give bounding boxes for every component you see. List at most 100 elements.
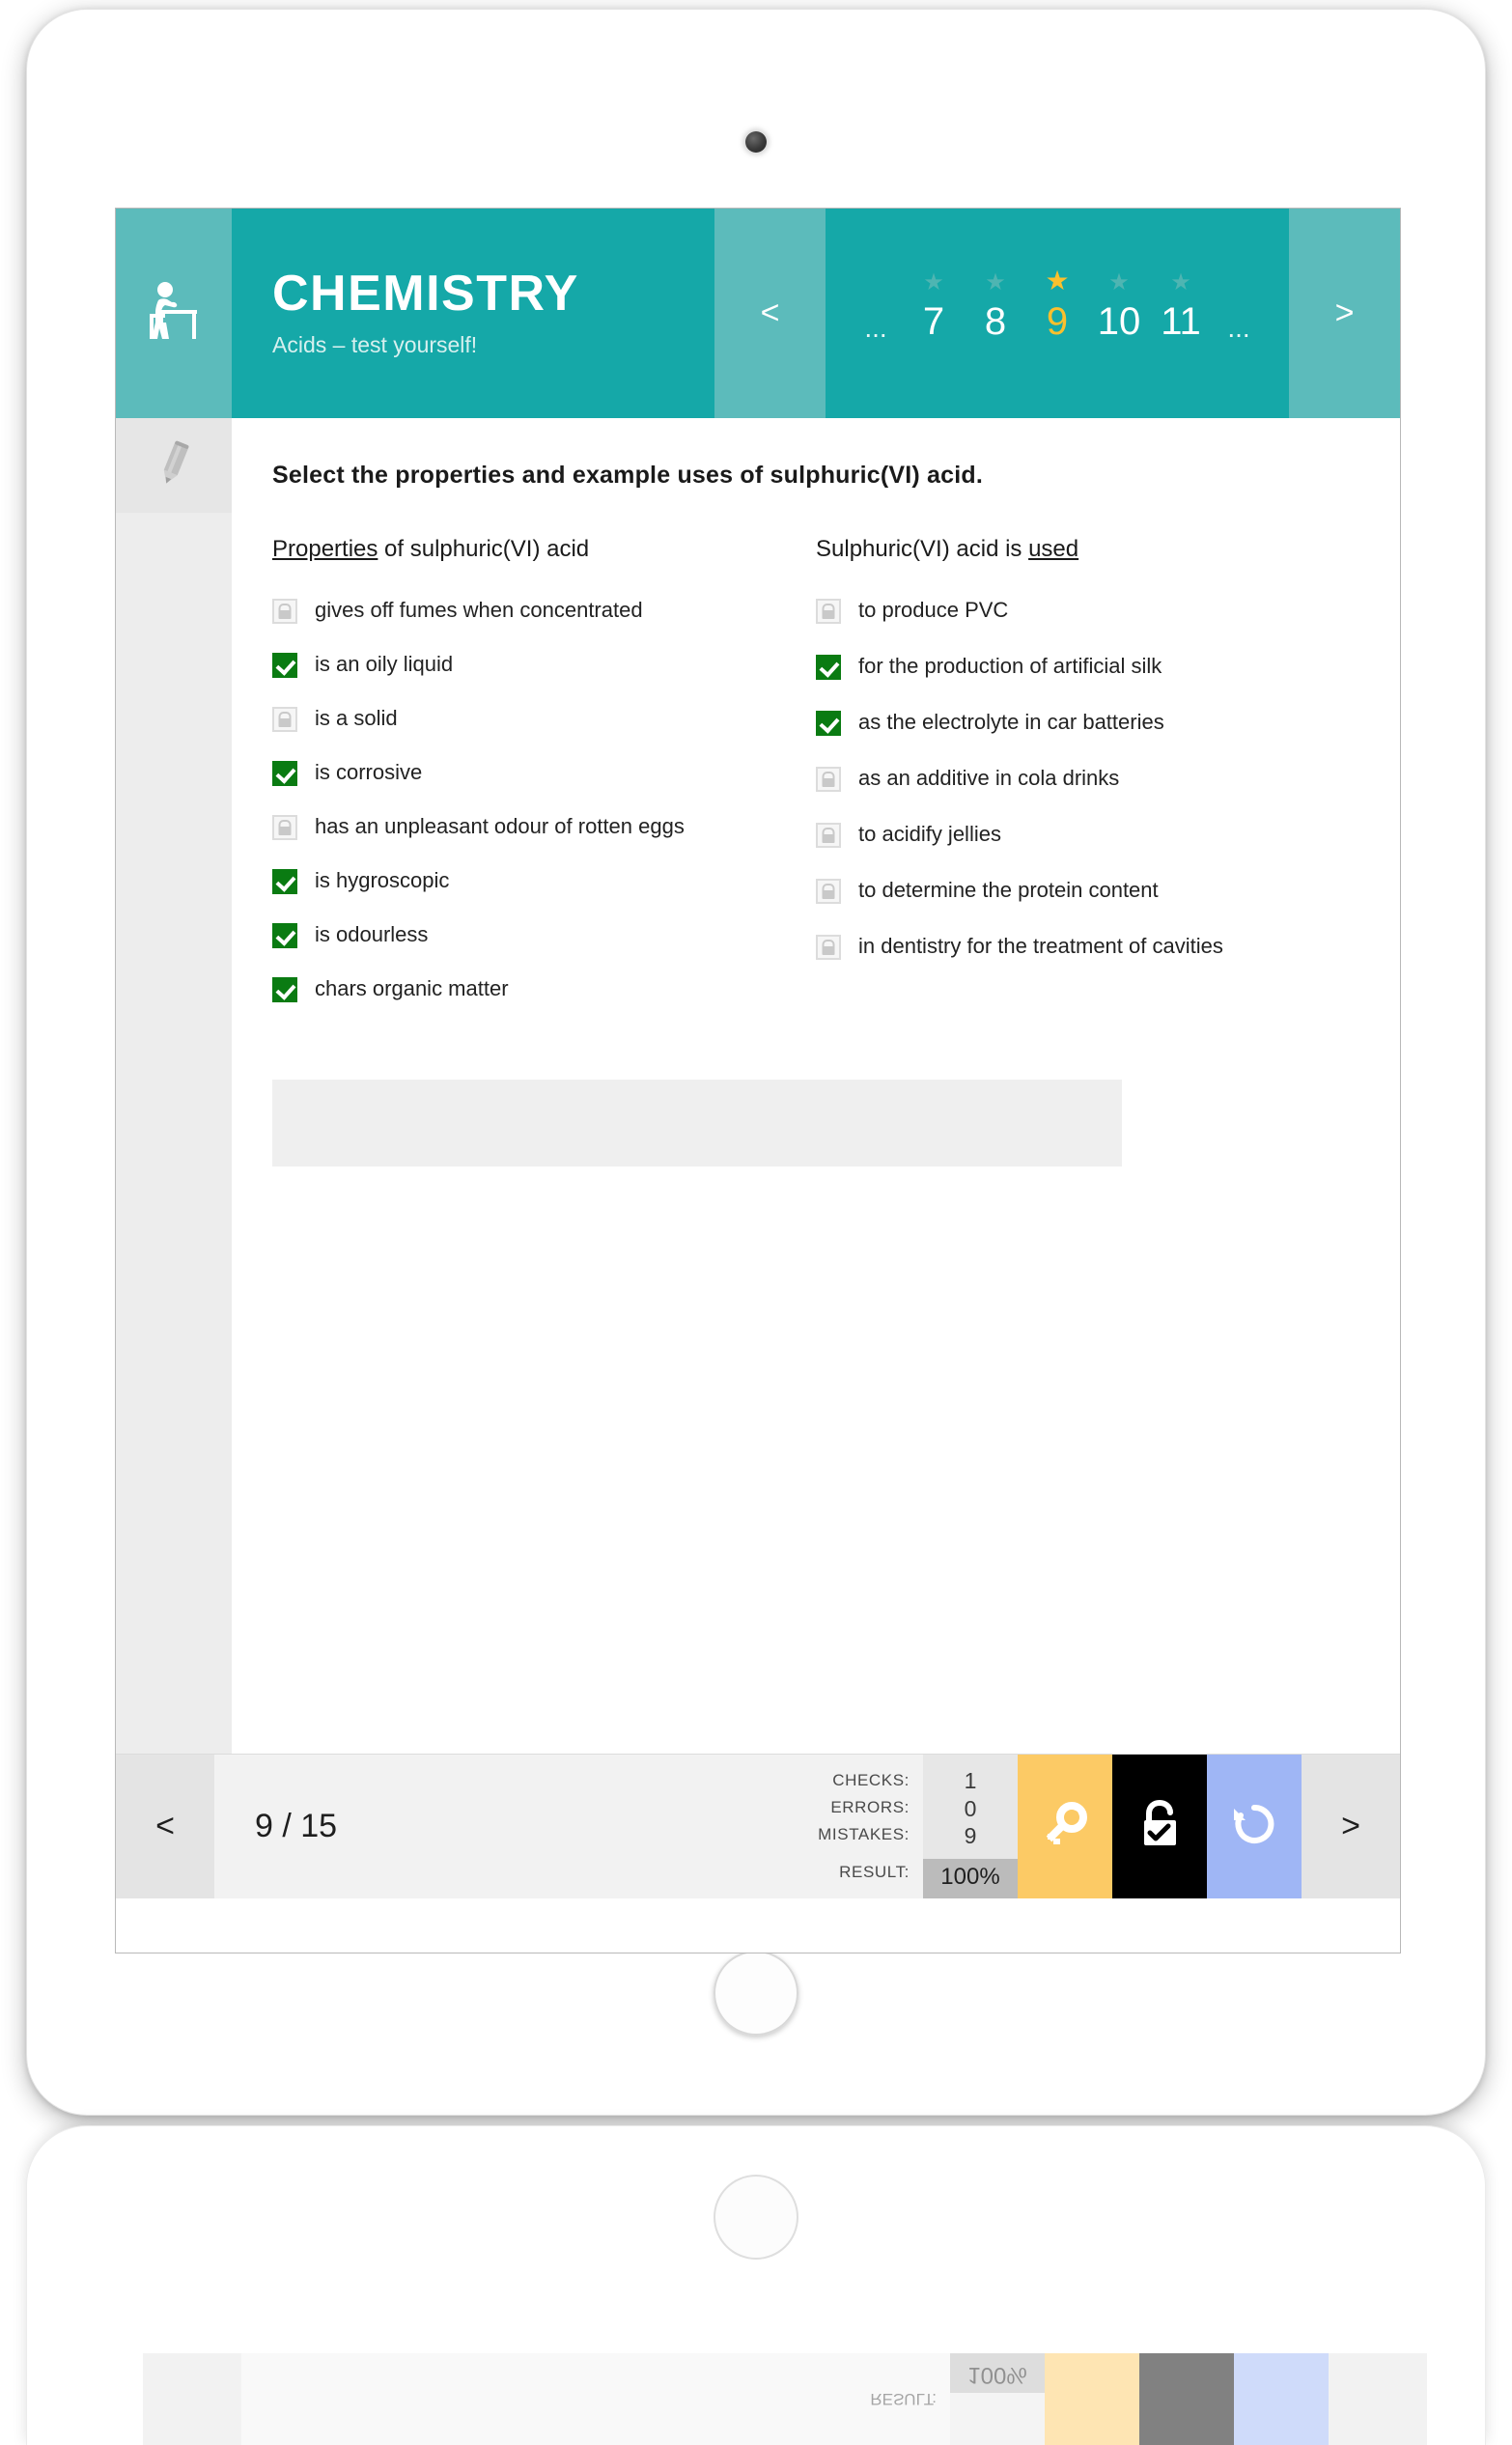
tool-sidebar	[116, 418, 232, 1754]
option-label: gives off fumes when concentrated	[315, 598, 643, 622]
stats-numbers: 1 0 9	[965, 1755, 977, 1859]
column-heading-underlined: Properties	[272, 536, 378, 562]
star-icon: ★	[985, 269, 1006, 295]
stats-labels: CHECKS: ERRORS: MISTAKES: RESULT:	[818, 1755, 923, 1898]
checkbox-checked-icon	[272, 869, 297, 894]
reset-exercise-button[interactable]	[1207, 1755, 1302, 1898]
option-row[interactable]: as an additive in cola drinks	[816, 765, 1359, 792]
stats-panel: CHECKS: ERRORS: MISTAKES: RESULT: 1 0 9 …	[714, 1755, 1018, 1898]
reflection-footer-strip: RESULT: 100%	[143, 2353, 1427, 2445]
tablet-reflection: RESULT: 100%	[27, 2126, 1485, 2445]
option-label: chars organic matter	[315, 976, 509, 1000]
option-label: is a solid	[315, 706, 398, 730]
lock-icon	[272, 707, 297, 732]
pager-ellipsis-left[interactable]: ...	[849, 284, 903, 344]
checkbox-checked-icon	[816, 711, 841, 736]
option-row[interactable]: to determine the protein content	[816, 877, 1359, 904]
lock-icon	[272, 815, 297, 840]
header-next-button[interactable]: >	[1289, 209, 1400, 418]
errors-label: ERRORS:	[830, 1797, 910, 1816]
answer-input-area[interactable]	[272, 1080, 1122, 1166]
option-row[interactable]: gives off fumes when concentrated	[272, 597, 816, 624]
mistakes-value: 9	[964, 1823, 977, 1849]
option-row[interactable]: to produce PVC	[816, 597, 1359, 624]
pager-page-8[interactable]: ★ 8	[965, 271, 1026, 344]
check-answers-button[interactable]	[1112, 1755, 1207, 1898]
pager-label: 11	[1161, 300, 1201, 343]
pager-label: 10	[1097, 300, 1141, 343]
star-icon-active: ★	[1045, 266, 1070, 295]
subject-title-panel: CHEMISTRY Acids – test yourself!	[232, 209, 714, 418]
app-screen: CHEMISTRY Acids – test yourself! < ... ★…	[116, 209, 1400, 1953]
checks-label: CHECKS:	[832, 1771, 910, 1790]
question-text: Select the properties and example uses o…	[272, 462, 984, 489]
reflection-home-button	[714, 2175, 798, 2260]
option-label: for the production of artificial silk	[858, 654, 1162, 678]
mistakes-label: MISTAKES:	[818, 1824, 910, 1843]
column-uses-heading: Sulphuric(VI) acid is used	[816, 536, 1359, 563]
header-prev-button[interactable]: <	[714, 209, 826, 418]
column-heading-rest: of sulphuric(VI) acid	[378, 536, 590, 562]
page-title: CHEMISTRY	[272, 266, 579, 322]
key-icon	[1040, 1799, 1090, 1854]
option-row[interactable]: is odourless	[272, 921, 816, 948]
option-label: is corrosive	[315, 760, 423, 784]
checkbox-checked-icon	[272, 923, 297, 948]
option-label: as an additive in cola drinks	[858, 766, 1120, 790]
column-properties: Properties of sulphuric(VI) acid gives o…	[272, 536, 816, 1029]
header-pagination: ... ★ 7 ★ 8 ★ 9 ★ 10 ★ 11 ...	[826, 209, 1289, 418]
option-row[interactable]: is hygroscopic	[272, 867, 816, 894]
option-label: has an unpleasant odour of rotten eggs	[315, 814, 685, 838]
checkbox-checked-icon	[272, 761, 297, 786]
pager-label: 9	[1046, 300, 1069, 343]
pager-page-7[interactable]: ★ 7	[903, 271, 965, 344]
app-footer: < 9 / 15 CHECKS: ERRORS: MISTAKES: RESUL…	[116, 1754, 1400, 1898]
star-icon: ★	[1170, 269, 1191, 295]
lock-icon	[272, 599, 297, 624]
pager-label: 8	[984, 300, 1007, 343]
lock-icon	[816, 879, 841, 904]
pager-ellipsis-right[interactable]: ...	[1212, 284, 1266, 344]
app-body: Select the properties and example uses o…	[116, 418, 1400, 1754]
option-row[interactable]: has an unpleasant odour of rotten eggs	[272, 813, 816, 840]
undo-refresh-icon	[1229, 1799, 1279, 1854]
option-row[interactable]: for the production of artificial silk	[816, 653, 1359, 680]
star-icon: ★	[923, 269, 944, 295]
option-row[interactable]: is corrosive	[272, 759, 816, 786]
pager-page-9-active[interactable]: ★ 9	[1026, 267, 1088, 344]
lock-icon	[816, 599, 841, 624]
pencil-icon	[154, 439, 193, 492]
result-value: 100%	[923, 1859, 1018, 1898]
option-row[interactable]: in dentistry for the treatment of caviti…	[816, 933, 1359, 960]
option-row[interactable]: chars organic matter	[272, 975, 816, 1002]
column-uses: Sulphuric(VI) acid is used to produce PV…	[816, 536, 1359, 1029]
column-heading-underlined: used	[1028, 536, 1079, 562]
footer-prev-button[interactable]: <	[116, 1755, 214, 1898]
column-properties-heading: Properties of sulphuric(VI) acid	[272, 536, 816, 563]
errors-value: 0	[964, 1795, 977, 1821]
footer-next-button[interactable]: >	[1302, 1755, 1400, 1898]
pager-page-10[interactable]: ★ 10	[1088, 271, 1150, 344]
home-button[interactable]	[714, 1951, 798, 2036]
student-at-desk-icon	[147, 281, 201, 346]
pencil-tool-button[interactable]	[116, 418, 232, 513]
pager-page-11[interactable]: ★ 11	[1150, 271, 1212, 344]
exercise-content: Select the properties and example uses o…	[232, 418, 1400, 1754]
checkbox-checked-icon	[272, 653, 297, 678]
checks-value: 1	[964, 1767, 977, 1793]
show-answer-key-button[interactable]	[1018, 1755, 1112, 1898]
option-label: is odourless	[315, 922, 429, 946]
option-label: in dentistry for the treatment of caviti…	[858, 934, 1223, 958]
option-label: to determine the protein content	[858, 878, 1159, 902]
option-row[interactable]: as the electrolyte in car batteries	[816, 709, 1359, 736]
lock-icon	[816, 767, 841, 792]
app-header: CHEMISTRY Acids – test yourself! < ... ★…	[116, 209, 1400, 418]
option-row[interactable]: to acidify jellies	[816, 821, 1359, 848]
lock-icon	[816, 823, 841, 848]
star-icon: ★	[1108, 269, 1130, 295]
result-label: RESULT:	[839, 1863, 910, 1882]
option-row[interactable]: is a solid	[272, 705, 816, 732]
option-row[interactable]: is an oily liquid	[272, 651, 816, 678]
checkbox-checked-icon	[816, 655, 841, 680]
options-columns: Properties of sulphuric(VI) acid gives o…	[272, 536, 1359, 1029]
